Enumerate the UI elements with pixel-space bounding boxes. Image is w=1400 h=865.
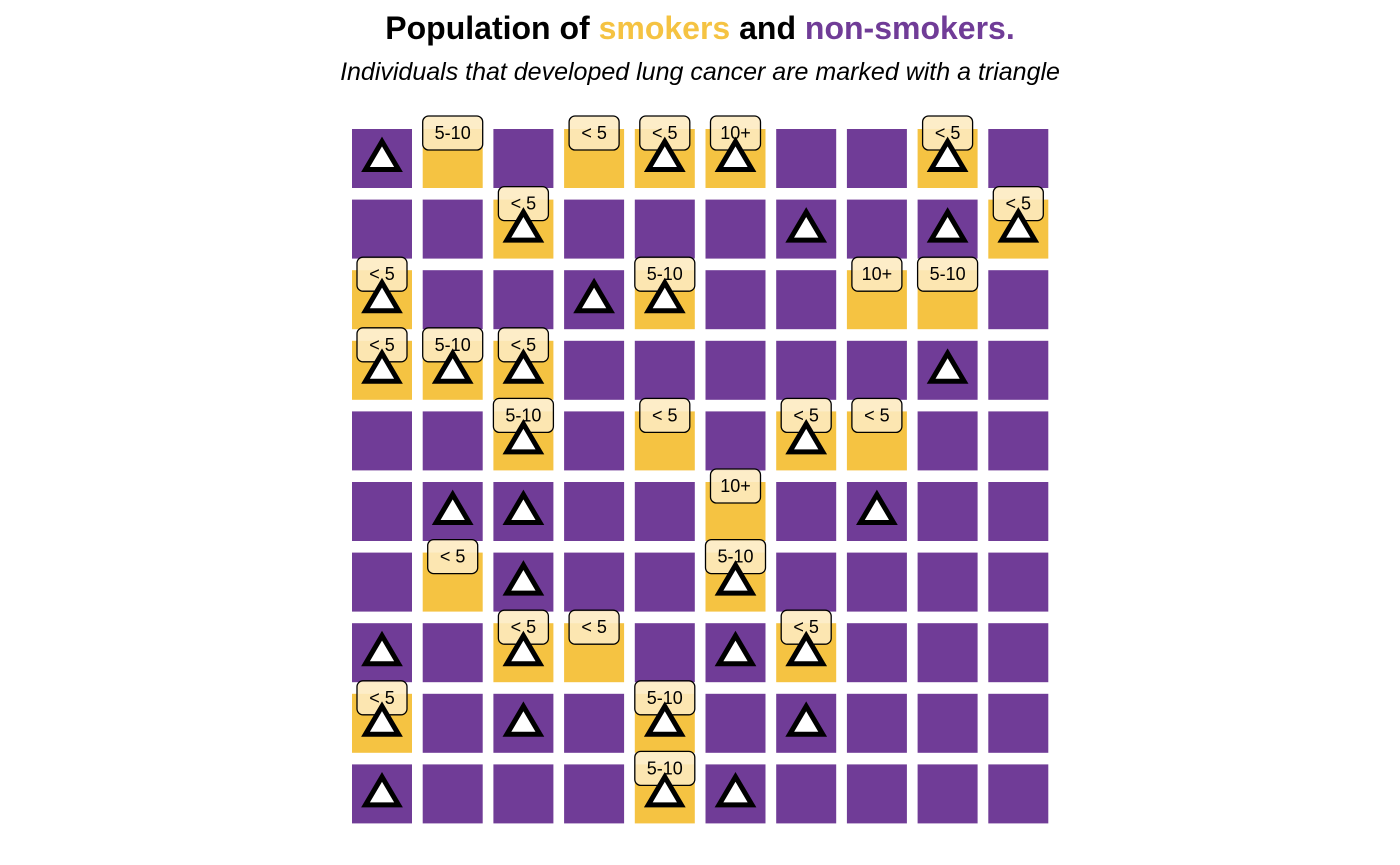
- nonsmoker-cell: [917, 693, 978, 753]
- years-label: 5-10: [916, 256, 979, 292]
- nonsmoker-cell: [493, 129, 554, 188]
- nonsmoker-cell: [988, 411, 1049, 471]
- nonsmoker-cell: [564, 693, 625, 753]
- nonsmoker-cell: [846, 764, 907, 824]
- nonsmoker-cell: [776, 552, 837, 612]
- nonsmoker-cell: [988, 693, 1049, 753]
- nonsmoker-cell: [846, 340, 907, 400]
- nonsmoker-cell: [917, 411, 978, 471]
- nonsmoker-cell: [352, 552, 412, 612]
- nonsmoker-cell: [634, 552, 695, 612]
- nonsmoker-cell: [988, 623, 1049, 683]
- nonsmoker-cell: [776, 270, 837, 330]
- years-label: < 5: [568, 609, 620, 645]
- nonsmoker-cell: [705, 411, 766, 471]
- years-label: 10+: [851, 256, 903, 292]
- nonsmoker-cell: [988, 129, 1049, 188]
- nonsmoker-cell: [846, 693, 907, 753]
- nonsmoker-cell: [422, 199, 483, 259]
- nonsmoker-cell: [352, 482, 412, 541]
- years-label-text: < 5: [581, 123, 607, 143]
- nonsmoker-cell: [634, 623, 695, 683]
- nonsmoker-cell: [422, 270, 483, 330]
- years-label: < 5: [851, 397, 903, 434]
- years-label-text: < 5: [864, 405, 890, 425]
- years-label-text: < 5: [440, 547, 466, 567]
- nonsmoker-cell: [846, 552, 907, 612]
- years-label: < 5: [639, 397, 691, 434]
- nonsmoker-cell: [917, 764, 978, 824]
- nonsmoker-cell: [493, 270, 554, 330]
- years-label-text: 5-10: [930, 264, 966, 284]
- nonsmoker-cell: [422, 411, 483, 471]
- nonsmoker-cell: [352, 411, 412, 471]
- nonsmoker-cell: [564, 764, 625, 824]
- nonsmoker-cell: [422, 693, 483, 753]
- nonsmoker-cell: [564, 199, 625, 259]
- years-label: < 5: [568, 115, 620, 151]
- years-label-text: < 5: [652, 405, 678, 425]
- nonsmoker-cell: [422, 764, 483, 824]
- nonsmoker-cell: [634, 199, 695, 259]
- nonsmoker-cell: [776, 764, 837, 824]
- nonsmoker-cell: [988, 552, 1049, 612]
- nonsmoker-cell: [564, 552, 625, 612]
- nonsmoker-cell: [705, 199, 766, 259]
- nonsmoker-cell: [352, 199, 412, 259]
- years-label-text: 5-10: [435, 123, 471, 143]
- nonsmoker-cell: [634, 482, 695, 541]
- nonsmoker-cell: [846, 623, 907, 683]
- nonsmoker-cell: [846, 199, 907, 259]
- nonsmoker-cell: [422, 623, 483, 683]
- nonsmoker-cell: [705, 693, 766, 753]
- nonsmoker-cell: [776, 482, 837, 541]
- nonsmoker-cell: [917, 552, 978, 612]
- years-label: < 5: [427, 538, 479, 575]
- nonsmoker-cell: [917, 482, 978, 541]
- nonsmoker-cell: [988, 764, 1049, 824]
- population-grid: 5-10 < 5 < 5 10+ < 5< 5 < 5< 5 5-10 10+ 5-10< 55…: [352, 115, 1049, 824]
- nonsmoker-cell: [493, 764, 554, 824]
- nonsmoker-cell: [846, 129, 907, 188]
- nonsmoker-cell: [564, 340, 625, 400]
- nonsmoker-cell: [705, 340, 766, 400]
- nonsmoker-cell: [988, 340, 1049, 400]
- nonsmoker-cell: [917, 623, 978, 683]
- years-label: 5-10: [422, 115, 484, 151]
- nonsmoker-cell: [634, 340, 695, 400]
- nonsmoker-cell: [564, 482, 625, 541]
- nonsmoker-cell: [564, 411, 625, 471]
- years-label-text: 10+: [720, 476, 751, 496]
- nonsmoker-cell: [776, 129, 837, 188]
- nonsmoker-cell: [776, 340, 837, 400]
- years-label: 10+: [709, 468, 762, 504]
- years-label-text: < 5: [581, 617, 607, 637]
- nonsmoker-cell: [988, 270, 1049, 330]
- nonsmoker-cell: [988, 482, 1049, 541]
- nonsmoker-cell: [705, 270, 766, 330]
- years-label-text: 10+: [862, 264, 893, 284]
